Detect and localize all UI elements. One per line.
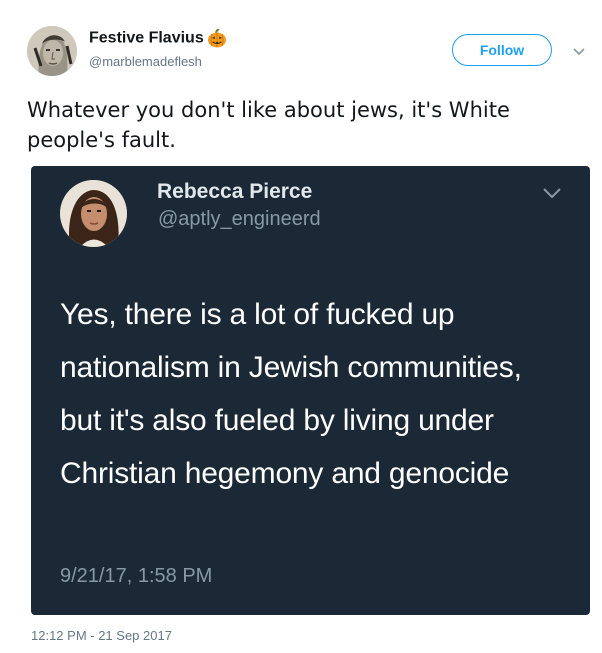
tweet-timestamp[interactable]: 12:12 PM - 21 Sep 2017 <box>31 628 172 643</box>
embedded-author-name: Rebecca Pierce <box>157 180 313 203</box>
follow-button[interactable]: Follow <box>452 34 552 66</box>
chevron-down-icon[interactable] <box>572 44 586 56</box>
embedded-chevron-down-icon <box>542 186 562 199</box>
tweet-text: Whatever you don't like about jews, it's… <box>27 98 510 152</box>
embedded-tweet-text: Yes, there is a lot of fucked up nationa… <box>60 298 522 490</box>
author-name-text[interactable]: Festive Flavius <box>89 30 204 47</box>
tweet-card: Festive Flavius @marblemadeflesh Follow … <box>0 0 602 653</box>
embedded-author-handle: @aptly_engineerd <box>158 208 321 230</box>
author-display-name[interactable]: Festive Flavius <box>89 28 227 48</box>
embedded-author-avatar <box>60 180 127 247</box>
embedded-tweet-image[interactable]: Rebecca Pierce @aptly_engineerd Yes, the… <box>31 166 590 615</box>
pumpkin-icon <box>207 28 227 48</box>
author-handle[interactable]: @marblemadeflesh <box>89 54 202 69</box>
author-avatar[interactable] <box>27 26 77 76</box>
embedded-tweet-time: 9/21/17, 1:58 PM <box>60 565 213 587</box>
